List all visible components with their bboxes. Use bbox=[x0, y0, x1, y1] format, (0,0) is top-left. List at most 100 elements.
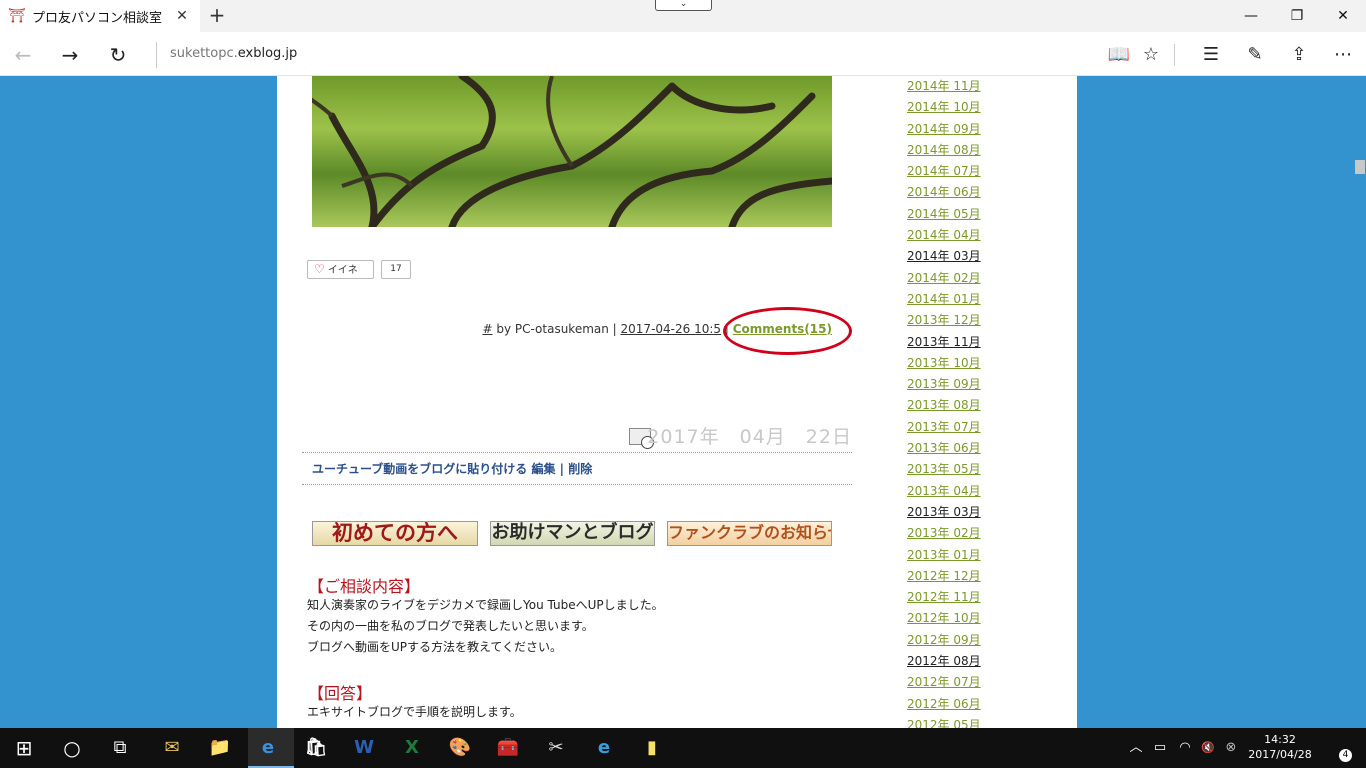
mail-app-icon[interactable]: ✉ bbox=[156, 732, 188, 764]
more-icon[interactable]: ⋯ bbox=[1328, 40, 1358, 70]
file-explorer-icon[interactable]: 📁 bbox=[204, 732, 236, 764]
archive-month-link[interactable]: 2014年 05月 bbox=[907, 204, 981, 225]
address-field[interactable]: sukettopc.exblog.jp bbox=[170, 46, 297, 61]
post-author: by PC-otasukeman | bbox=[492, 322, 621, 336]
divider bbox=[302, 484, 852, 485]
archive-month-link[interactable]: 2014年 01月 bbox=[907, 289, 981, 310]
like-label: イイネ bbox=[327, 265, 358, 276]
red-highlight-circle bbox=[723, 307, 852, 355]
sticky-notes-icon[interactable]: ▮ bbox=[636, 732, 668, 764]
browser-tab[interactable]: ⛩ プロ友パソコン相談室 ✕ bbox=[0, 0, 200, 32]
close-window-button[interactable]: ✕ bbox=[1320, 0, 1366, 32]
archive-month-link[interactable]: 2013年 04月 bbox=[907, 481, 981, 502]
next-post-title-link[interactable]: ユーチューブ動画をブログに貼り付ける 編集 | 削除 bbox=[312, 460, 592, 477]
address-toolbar: ← → ↻ sukettopc.exblog.jp 📖 ☆ ☰ ✎ ⇪ ⋯ bbox=[0, 32, 1366, 76]
url-domain: exblog.jp bbox=[237, 46, 298, 61]
archive-month-link[interactable]: 2014年 07月 bbox=[907, 161, 981, 182]
archive-month-link[interactable]: 2012年 08月 bbox=[907, 651, 981, 672]
tab-preview-toggle-icon[interactable]: ⌄ bbox=[655, 0, 712, 11]
archive-month-link[interactable]: 2013年 01月 bbox=[907, 545, 981, 566]
favorite-star-icon[interactable]: ☆ bbox=[1136, 40, 1166, 70]
cortana-icon[interactable]: ○ bbox=[56, 732, 88, 764]
blog-main-column: ♡ イイネ 17 # by PC-otasukeman | 2017-04-26 … bbox=[277, 76, 877, 728]
action-center-icon[interactable]: 4 bbox=[1326, 736, 1352, 762]
archive-month-link[interactable]: 2013年 09月 bbox=[907, 374, 981, 395]
archive-month-link[interactable]: 2012年 07月 bbox=[907, 672, 981, 693]
tab-close-icon[interactable]: ✕ bbox=[174, 8, 190, 24]
snipping-icon[interactable]: ✂ bbox=[540, 732, 572, 764]
consult-heading: 【ご相談内容】 bbox=[308, 577, 421, 596]
internet-explorer-icon[interactable]: e bbox=[588, 732, 620, 764]
page-viewport: ♡ イイネ 17 # by PC-otasukeman | 2017-04-26 … bbox=[0, 76, 1366, 728]
tray-chevron-icon[interactable]: ︿ bbox=[1128, 738, 1144, 758]
archive-month-link[interactable]: 2014年 02月 bbox=[907, 268, 981, 289]
next-post-date: 2017年 04月 22日 bbox=[647, 426, 852, 448]
tab-strip: ⛩ プロ友パソコン相談室 ✕ + ⌄ — ❐ ✕ bbox=[0, 0, 1366, 32]
archive-month-link[interactable]: 2013年 11月 bbox=[907, 332, 981, 353]
tree-branches-image bbox=[312, 76, 832, 227]
archive-month-link[interactable]: 2014年 09月 bbox=[907, 119, 981, 140]
archive-month-link[interactable]: 2014年 06月 bbox=[907, 182, 981, 203]
consult-line: ブログへ動画をUPする方法を教えてください。 bbox=[307, 640, 563, 654]
store-icon[interactable]: 🛍 bbox=[300, 732, 332, 764]
archive-month-link[interactable]: 2014年 03月 bbox=[907, 246, 981, 267]
tab-title: プロ友パソコン相談室 bbox=[32, 10, 163, 26]
page-scrollbar[interactable] bbox=[1354, 76, 1366, 728]
post-datetime-link[interactable]: 2017-04-26 10:5 bbox=[621, 322, 722, 336]
archive-month-link[interactable]: 2012年 06月 bbox=[907, 694, 981, 715]
archive-month-link[interactable]: 2013年 07月 bbox=[907, 417, 981, 438]
hub-icon[interactable]: ☰ bbox=[1196, 40, 1226, 70]
archive-month-link[interactable]: 2014年 04月 bbox=[907, 225, 981, 246]
volume-muted-icon[interactable]: 🔇 bbox=[1200, 738, 1216, 758]
archive-month-link[interactable]: 2013年 03月 bbox=[907, 502, 981, 523]
consult-line: 知人演奏家のライブをデジカメで録画しYou TubeへUPしました。 bbox=[307, 598, 664, 612]
permalink-hash-link[interactable]: # bbox=[482, 322, 492, 336]
archive-sidebar: 2014年 11月 2014年 10月 2014年 09月 2014年 08月 2014… bbox=[877, 76, 1077, 728]
divider bbox=[302, 452, 852, 453]
start-windows-icon[interactable]: ⊞ bbox=[8, 732, 40, 764]
forward-icon[interactable]: → bbox=[55, 40, 85, 70]
archive-month-link[interactable]: 2012年 11月 bbox=[907, 587, 981, 608]
archive-month-link[interactable]: 2012年 09月 bbox=[907, 630, 981, 651]
word-icon[interactable]: W bbox=[348, 732, 380, 764]
like-button[interactable]: ♡ イイネ bbox=[307, 260, 374, 279]
refresh-icon[interactable]: ↻ bbox=[103, 40, 133, 70]
toolbox-icon[interactable]: 🧰 bbox=[492, 732, 524, 764]
banner-fanclub-notice[interactable]: ファンクラブのお知らせ bbox=[667, 521, 832, 546]
taskbar-clock[interactable]: 14:32 2017/04/28 bbox=[1242, 732, 1318, 762]
reading-view-icon[interactable]: 📖 bbox=[1104, 40, 1134, 70]
battery-icon[interactable]: ▭ bbox=[1152, 738, 1168, 758]
share-icon[interactable]: ⇪ bbox=[1284, 40, 1314, 70]
archive-month-link[interactable]: 2014年 10月 bbox=[907, 97, 981, 118]
edge-browser-icon[interactable]: e bbox=[252, 732, 284, 764]
archive-list: 2014年 11月 2014年 10月 2014年 09月 2014年 08月 2014… bbox=[907, 76, 981, 728]
url-prefix: sukettopc. bbox=[170, 46, 238, 61]
archive-month-link[interactable]: 2014年 08月 bbox=[907, 140, 981, 161]
archive-month-link[interactable]: 2012年 10月 bbox=[907, 608, 981, 629]
archive-month-link[interactable]: 2013年 06月 bbox=[907, 438, 981, 459]
maximize-button[interactable]: ❐ bbox=[1274, 0, 1320, 32]
tray-close-icon[interactable]: ⊗ bbox=[1222, 738, 1240, 758]
site-favicon-icon: ⛩ bbox=[8, 8, 26, 24]
banner-first-visitors[interactable]: 初めての方へ bbox=[312, 521, 478, 546]
excel-icon[interactable]: X bbox=[396, 732, 428, 764]
archive-month-link[interactable]: 2013年 05月 bbox=[907, 459, 981, 480]
paint-icon[interactable]: 🎨 bbox=[444, 732, 476, 764]
minimize-button[interactable]: — bbox=[1228, 0, 1274, 32]
archive-month-link[interactable]: 2012年 12月 bbox=[907, 566, 981, 587]
archive-month-link[interactable]: 2013年 08月 bbox=[907, 395, 981, 416]
wifi-icon[interactable]: ◠ bbox=[1176, 738, 1194, 758]
archive-month-link[interactable]: 2014年 11月 bbox=[907, 76, 981, 97]
scrollbar-thumb[interactable] bbox=[1355, 160, 1365, 174]
banner-otasukeman-blog[interactable]: お助けマンとブログ bbox=[490, 521, 655, 546]
like-count: 17 bbox=[381, 260, 411, 279]
task-view-icon[interactable]: ⧉ bbox=[104, 732, 136, 764]
archive-month-link[interactable]: 2013年 12月 bbox=[907, 310, 981, 331]
archive-month-link[interactable]: 2012年 05月 bbox=[907, 715, 981, 728]
web-note-icon[interactable]: ✎ bbox=[1240, 40, 1270, 70]
archive-month-link[interactable]: 2013年 02月 bbox=[907, 523, 981, 544]
back-icon[interactable]: ← bbox=[8, 40, 38, 70]
archive-month-link[interactable]: 2013年 10月 bbox=[907, 353, 981, 374]
toolbar-divider bbox=[1174, 44, 1175, 66]
new-tab-icon[interactable]: + bbox=[206, 4, 228, 26]
